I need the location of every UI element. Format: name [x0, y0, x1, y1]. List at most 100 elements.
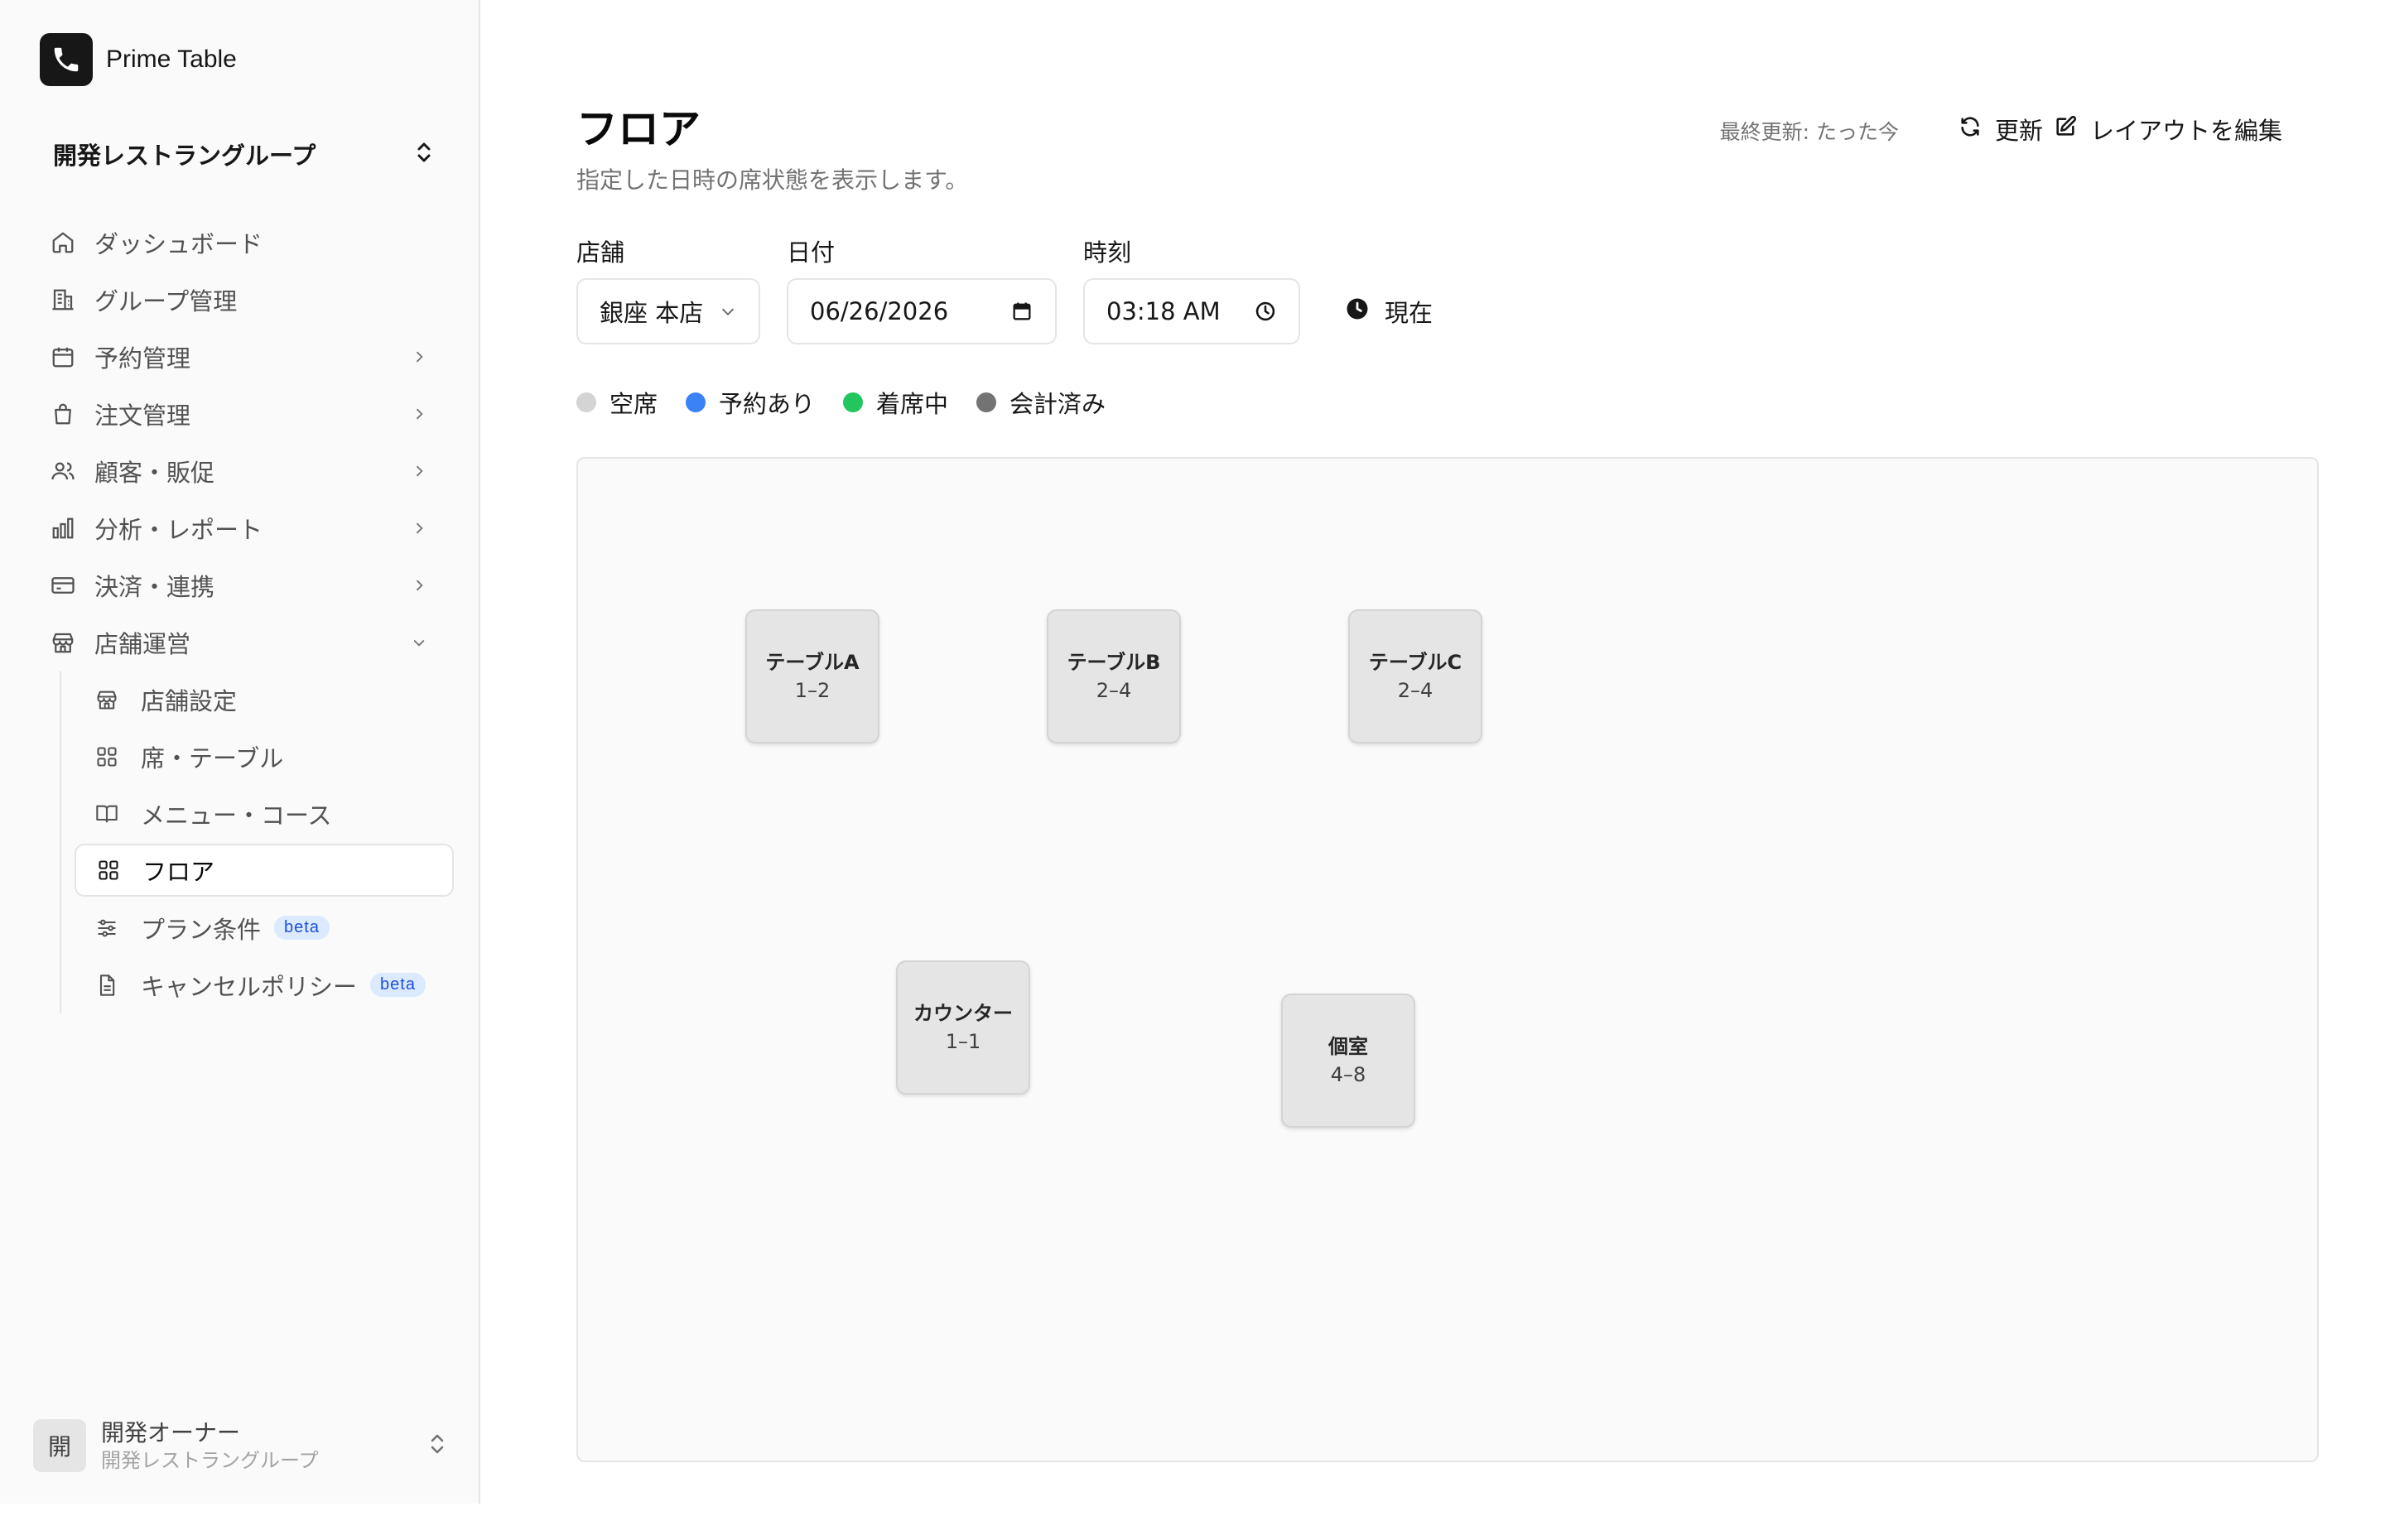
nav-item-label: ダッシュボード [94, 229, 263, 258]
table-name: テーブルA [765, 651, 860, 674]
subnav-item-label: プラン条件 [141, 915, 262, 944]
file-icon [94, 973, 119, 998]
nav-item-label: 顧客・販促 [94, 458, 215, 487]
refresh-button[interactable]: 更新 [1959, 106, 2043, 152]
grid-icon [96, 858, 121, 883]
nav-item-group-management[interactable]: グループ管理 [40, 271, 454, 328]
home-icon [50, 229, 76, 256]
edit-layout-button[interactable]: レイアウトを編集 [2054, 106, 2282, 152]
clock-icon [1345, 296, 1370, 327]
legend-label: 予約あり [719, 390, 816, 418]
subnav-item-store-settings[interactable]: 店舗設定 [75, 671, 454, 728]
time-label: 時刻 [1083, 238, 1132, 267]
chevron-right-icon [409, 347, 429, 367]
nav-item-store-operations[interactable]: 店舗運営 [40, 614, 454, 671]
legend-item-seated: 着席中 [843, 385, 948, 420]
beta-badge: beta [274, 916, 330, 940]
subnav-item-label: メニュー・コース [141, 801, 332, 830]
user-name: 開発オーナー [101, 1419, 241, 1446]
store-operations-subnav: 店舗設定 席・テーブル メニュー・コース フロア プラン条件 beta キャンセ… [60, 671, 454, 1013]
nav-item-label: 分析・レポート [94, 515, 263, 544]
date-label: 日付 [787, 238, 836, 267]
store-select[interactable]: 銀座 本店 [576, 278, 760, 344]
calendar-icon [50, 344, 76, 370]
building-icon [50, 286, 76, 313]
table-card[interactable]: テーブルA 1–2 [745, 609, 879, 744]
chevrons-up-down-icon [427, 1432, 447, 1460]
user-group: 開発レストラングループ [101, 1449, 319, 1472]
subnav-item-floor[interactable]: フロア [75, 844, 454, 897]
legend-label: 空席 [610, 390, 658, 418]
table-capacity: 2–4 [1096, 679, 1132, 702]
nav-item-reservations[interactable]: 予約管理 [40, 328, 454, 385]
date-input-value: 06/26/2026 [810, 297, 949, 325]
chevron-right-icon [409, 575, 429, 595]
main-nav: ダッシュボード グループ管理 予約管理 注文管理 顧客・販促 分析・レポート 決… [40, 214, 454, 671]
subnav-item-seats-tables[interactable]: 席・テーブル [75, 728, 454, 785]
nav-item-orders[interactable]: 注文管理 [40, 385, 454, 442]
legend-dot [686, 392, 706, 412]
nav-item-dashboard[interactable]: ダッシュボード [40, 214, 454, 271]
avatar: 開 [33, 1419, 86, 1472]
chevron-right-icon [409, 404, 429, 424]
legend-label: 着席中 [876, 390, 949, 418]
table-capacity: 1–1 [945, 1030, 981, 1053]
clock-icon [1254, 300, 1277, 323]
legend-dot [976, 392, 997, 412]
store-label: 店舗 [576, 238, 625, 267]
brand[interactable]: Prime Table [40, 33, 237, 86]
bar-chart-icon [50, 515, 76, 541]
store-icon [94, 687, 119, 712]
legend-label: 会計済み [1009, 390, 1106, 418]
subnav-item-cancel-policy[interactable]: キャンセルポリシー beta [75, 956, 454, 1013]
nav-item-label: 決済・連携 [94, 572, 215, 601]
table-name: カウンター [913, 1002, 1013, 1025]
subnav-item-label: 店舗設定 [141, 686, 238, 715]
subnav-item-label: フロア [142, 858, 215, 886]
subnav-item-plan-conditions[interactable]: プラン条件 beta [75, 899, 454, 956]
nav-item-payments[interactable]: 決済・連携 [40, 556, 454, 614]
page-title: フロア [576, 105, 701, 153]
table-card[interactable]: 個室 4–8 [1281, 994, 1415, 1128]
floor-canvas: テーブルA 1–2 テーブルB 2–4 テーブルC 2–4 カウンター 1–1 … [576, 457, 2319, 1462]
table-capacity: 2–4 [1397, 679, 1433, 702]
legend-dot [576, 392, 596, 412]
chevron-right-icon [409, 461, 429, 481]
header-actions: 最終更新: たった今 更新 レイアウトを編集 [1557, 106, 2385, 152]
refresh-icon [1959, 115, 1982, 144]
credit-card-icon [50, 572, 76, 599]
table-name: テーブルC [1368, 651, 1462, 674]
subnav-item-label: キャンセルポリシー [141, 972, 358, 1001]
store-select-value: 銀座 本店 [600, 299, 704, 327]
legend-dot [843, 392, 864, 412]
time-input[interactable]: 03:18 AM [1083, 278, 1300, 344]
legend-item-reserved: 予約あり [686, 385, 815, 420]
phone-icon [40, 33, 93, 86]
table-card[interactable]: テーブルC 2–4 [1348, 609, 1482, 744]
shopping-bag-icon [50, 401, 76, 427]
last-update-text: 最終更新: たった今 [1719, 120, 1899, 144]
date-input[interactable]: 06/26/2026 [787, 278, 1057, 344]
chevrons-up-down-icon [414, 140, 434, 168]
group-switcher[interactable]: 開発レストラングループ [53, 132, 434, 176]
sidebar: Prime Table 開発レストラングループ ダッシュボード グループ管理 予… [0, 0, 480, 1504]
subnav-item-label: 席・テーブル [141, 744, 284, 772]
legend-item-paid: 会計済み [976, 385, 1106, 420]
book-icon [94, 801, 119, 826]
table-card[interactable]: カウンター 1–1 [896, 960, 1030, 1095]
table-name: テーブルB [1067, 651, 1161, 674]
table-card[interactable]: テーブルB 2–4 [1047, 609, 1181, 744]
now-button[interactable]: 現在 [1345, 278, 1433, 344]
nav-item-analytics[interactable]: 分析・レポート [40, 499, 454, 556]
edit-layout-button-label: レイアウトを編集 [2089, 117, 2282, 145]
group-switcher-label: 開発レストラングループ [53, 142, 316, 170]
subnav-item-menu-courses[interactable]: メニュー・コース [75, 785, 454, 842]
nav-item-label: 予約管理 [94, 344, 191, 373]
nav-item-label: 店舗運営 [94, 629, 191, 658]
nav-item-customers[interactable]: 顧客・販促 [40, 442, 454, 499]
legend-item-vacant: 空席 [576, 385, 658, 420]
user-menu[interactable]: 開 開発オーナー 開発レストラングループ [33, 1417, 447, 1474]
table-capacity: 4–8 [1330, 1063, 1366, 1086]
brand-name: Prime Table [106, 46, 237, 73]
refresh-button-label: 更新 [1994, 117, 2043, 145]
